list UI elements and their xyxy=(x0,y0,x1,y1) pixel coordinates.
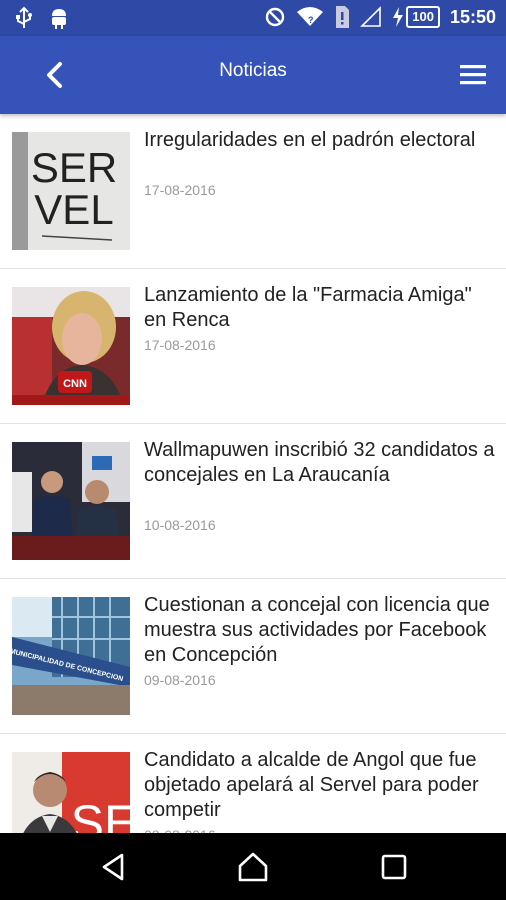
clock: 15:50 xyxy=(449,6,496,27)
wifi-icon: ? xyxy=(296,6,324,28)
news-date: 17-08-2016 xyxy=(144,337,216,353)
do-not-disturb-icon xyxy=(264,6,286,28)
news-thumbnail-angol: SE xyxy=(12,752,130,833)
menu-button[interactable] xyxy=(458,60,490,90)
news-date: 10-08-2016 xyxy=(144,517,216,533)
recents-square-icon xyxy=(381,854,407,880)
status-bar: ? 100 15:50 xyxy=(0,0,506,36)
news-thumbnail-farmacia: CNN xyxy=(12,287,130,405)
nav-recents-button[interactable] xyxy=(378,851,410,883)
hamburger-menu-icon xyxy=(460,65,486,85)
news-headline: Cuestionan a concejal con licencia que m… xyxy=(144,594,490,666)
news-list: SER VEL Irregularidades en el padrón ele… xyxy=(0,114,506,833)
android-icon xyxy=(48,6,70,30)
news-headline: Irregularidades en el padrón electoral xyxy=(144,129,476,151)
servel-text-bottom: VEL xyxy=(34,186,113,233)
news-item-2[interactable]: CNN Lanzamiento de la "Farmacia Amiga" e… xyxy=(0,269,506,424)
news-item-3[interactable]: Wallmapuwen inscribió 32 candidatos a co… xyxy=(0,424,506,579)
signal-icon xyxy=(360,6,382,28)
servel-text-top: SER xyxy=(31,144,117,191)
battery-level: 100 xyxy=(406,6,440,28)
sim-alert-icon xyxy=(334,5,350,29)
svg-text:?: ? xyxy=(308,15,314,25)
news-date: 17-08-2016 xyxy=(144,182,216,198)
news-thumbnail-concepcion: MUNICIPALIDAD DE CONCEPCION xyxy=(12,597,130,715)
news-item-4[interactable]: MUNICIPALIDAD DE CONCEPCION Cuestionan a… xyxy=(0,579,506,734)
navigation-bar xyxy=(0,833,506,900)
news-headline: Candidato a alcalde de Angol que fue obj… xyxy=(144,749,479,821)
charging-icon xyxy=(393,7,404,27)
news-date: 09-08-2016 xyxy=(144,672,216,688)
news-item-1[interactable]: SER VEL Irregularidades en el padrón ele… xyxy=(0,114,506,269)
news-headline: Wallmapuwen inscribió 32 candidatos a co… xyxy=(144,439,495,486)
news-headline: Lanzamiento de la "Farmacia Amiga" en Re… xyxy=(144,284,472,331)
page-title: Noticias xyxy=(219,60,287,81)
usb-icon xyxy=(14,6,34,30)
cnn-logo: CNN xyxy=(63,378,87,390)
servel-banner-text: SE xyxy=(71,795,130,833)
news-thumbnail-wallmapuwen xyxy=(12,442,130,560)
app-bar: Noticias xyxy=(0,36,506,114)
nav-back-button[interactable] xyxy=(98,851,130,883)
home-icon xyxy=(238,852,268,882)
news-thumbnail-servel: SER VEL xyxy=(12,132,130,250)
back-triangle-icon xyxy=(102,853,124,881)
news-item-5[interactable]: SE Candidato a alcalde de Angol que fue … xyxy=(0,734,506,833)
nav-home-button[interactable] xyxy=(237,851,269,883)
battery-icon: 100 xyxy=(392,6,440,28)
